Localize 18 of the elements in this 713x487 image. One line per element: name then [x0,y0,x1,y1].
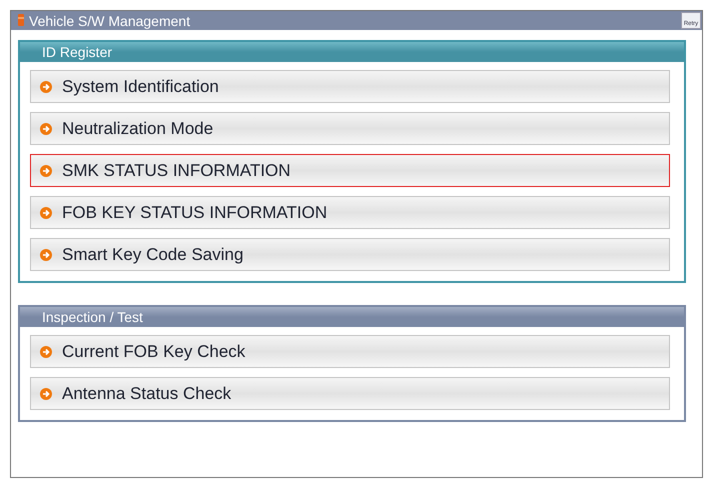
window-title: Vehicle S/W Management [29,14,192,28]
arrow-bullet-icon [40,206,52,218]
menu-item[interactable]: Smart Key Code Saving [30,238,670,271]
arrow-bullet-icon [40,388,52,400]
menu-item[interactable]: Current FOB Key Check [30,335,670,368]
section-header: ID Register [20,42,684,62]
arrow-bullet-icon [40,248,52,260]
arrow-bullet-icon [40,122,52,134]
arrow-bullet-icon [40,80,52,92]
menu-item[interactable]: System Identification [30,70,670,103]
section-header: Inspection / Test [20,307,684,327]
menu-item[interactable]: Antenna Status Check [30,377,670,410]
arrow-bullet-icon [40,346,52,358]
menu-item[interactable]: FOB KEY STATUS INFORMATION [30,196,670,229]
arrow-bullet-icon [40,164,52,176]
menu-item[interactable]: Neutralization Mode [30,112,670,145]
app-icon [17,14,25,27]
menu-item[interactable]: SMK STATUS INFORMATION [30,154,670,187]
